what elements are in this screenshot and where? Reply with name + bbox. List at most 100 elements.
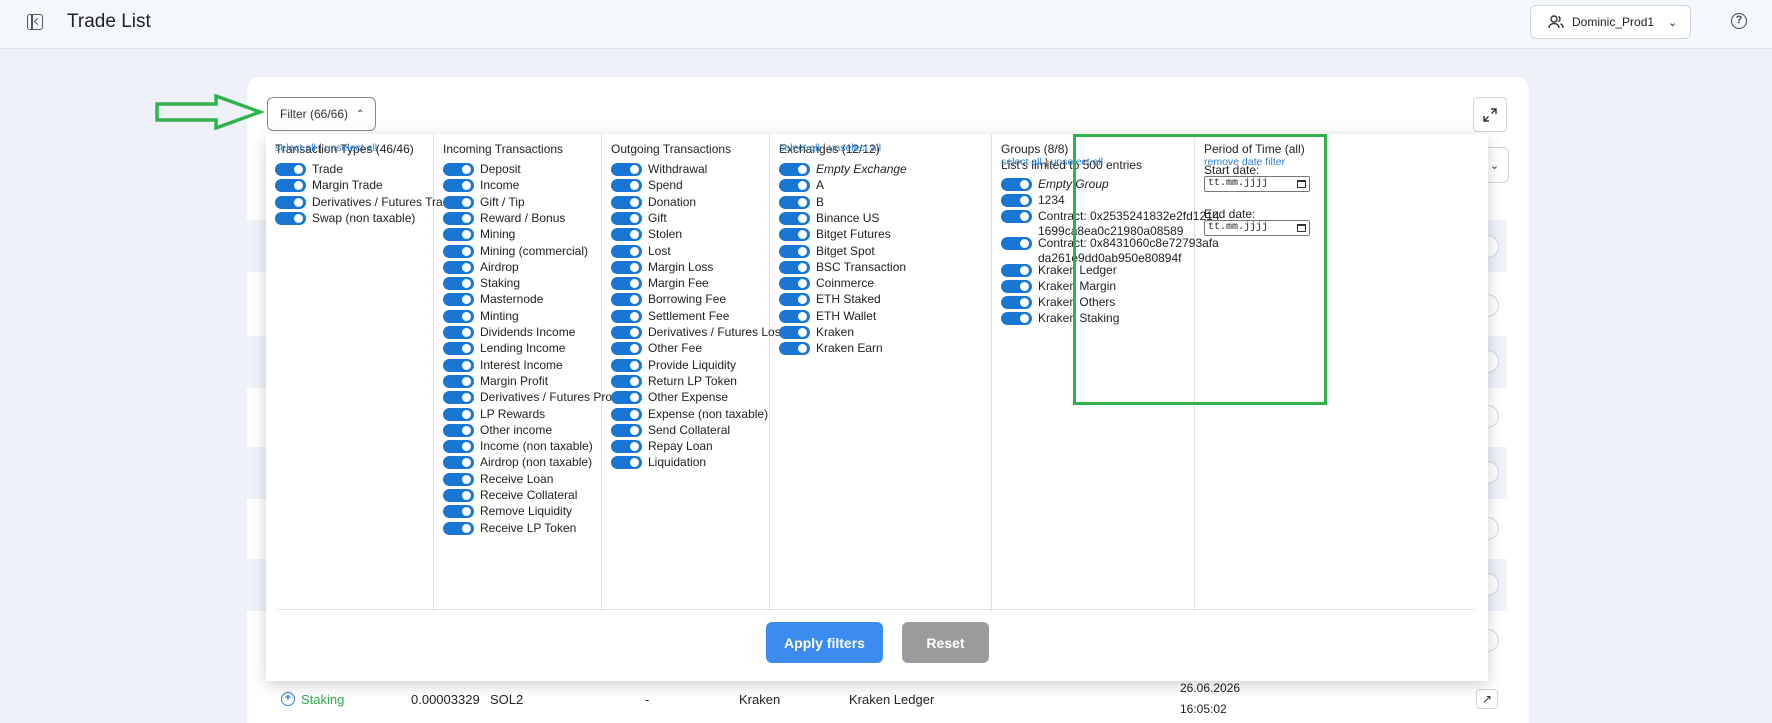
toggle-switch[interactable] [443, 163, 474, 176]
calendar-icon[interactable] [1297, 224, 1306, 232]
toggle-switch[interactable] [275, 163, 306, 176]
filter-item[interactable]: Derivatives / Futures Loss [611, 325, 787, 342]
filter-item[interactable]: Airdrop [443, 260, 519, 277]
toggle-switch[interactable] [779, 211, 810, 225]
filter-item[interactable]: Staking [443, 276, 520, 293]
start-date-input[interactable]: tt.mm.jjjj [1204, 176, 1310, 192]
filter-item[interactable]: Receive Loan [443, 472, 553, 489]
toggle-switch[interactable] [443, 228, 474, 242]
filter-item[interactable]: Dividends Income [443, 325, 575, 342]
filter-item[interactable]: Bitget Futures [779, 227, 891, 244]
toggle-switch[interactable] [779, 277, 810, 291]
filter-item[interactable]: Mining [443, 227, 515, 244]
filter-item[interactable]: Swap (non taxable) [275, 211, 415, 228]
toggle-switch[interactable] [1001, 178, 1032, 191]
filter-item[interactable]: Reward / Bonus [443, 211, 565, 228]
filter-item[interactable]: Kraken Margin [1001, 279, 1116, 296]
filter-item[interactable]: Bitget Spot [779, 244, 875, 261]
toggle-switch[interactable] [443, 358, 474, 372]
filter-item[interactable]: Deposit [443, 162, 521, 179]
toggle-switch[interactable] [611, 195, 642, 209]
toggle-switch[interactable] [443, 342, 474, 356]
toggle-switch[interactable] [779, 179, 810, 193]
toggle-switch[interactable] [1001, 280, 1032, 293]
filter-item[interactable]: Kraken [779, 325, 854, 342]
toggle-switch[interactable] [1001, 210, 1032, 223]
filter-item[interactable]: Contract: 0x8431060c8e72793afa da261e9dd… [1001, 236, 1219, 266]
filter-item[interactable]: Income (non taxable) [443, 439, 593, 456]
toggle-switch[interactable] [611, 391, 642, 405]
user-menu-button[interactable]: Dominic_Prod1 ⌄ [1530, 5, 1691, 39]
filter-item[interactable]: Gift [611, 211, 667, 228]
filter-item[interactable]: Lending Income [443, 341, 565, 358]
toggle-switch[interactable] [1001, 194, 1032, 207]
toggle-switch[interactable] [611, 260, 642, 274]
toggle-switch[interactable] [779, 293, 810, 307]
filter-item[interactable]: BSC Transaction [779, 260, 906, 277]
filter-item[interactable]: Empty Exchange [779, 162, 907, 179]
toggle-switch[interactable] [443, 374, 474, 388]
apply-filters-button[interactable]: Apply filters [766, 622, 883, 663]
toggle-switch[interactable] [443, 407, 474, 421]
toggle-switch[interactable] [275, 211, 306, 225]
open-link-icon[interactable]: ↗ [1476, 689, 1498, 709]
toggle-switch[interactable] [611, 358, 642, 372]
filter-item[interactable]: Lost [611, 244, 671, 261]
filter-item[interactable]: Send Collateral [611, 423, 730, 440]
toggle-switch[interactable] [443, 391, 474, 405]
filter-item[interactable]: Kraken Staking [1001, 311, 1119, 328]
toggle-switch[interactable] [275, 179, 306, 193]
filter-item[interactable]: LP Rewards [443, 407, 545, 424]
toggle-switch[interactable] [443, 260, 474, 274]
toggle-switch[interactable] [611, 211, 642, 225]
expand-row-icon[interactable]: + [281, 692, 295, 706]
toggle-switch[interactable] [1001, 296, 1032, 309]
filter-item[interactable]: Derivatives / Futures Profit [443, 390, 621, 407]
unselect-all-link[interactable]: unselect all [829, 142, 882, 154]
toggle-switch[interactable] [443, 456, 474, 470]
filter-item[interactable]: Binance US [779, 211, 879, 228]
filter-item[interactable]: B [779, 195, 824, 212]
toggle-switch[interactable] [443, 211, 474, 225]
filter-item[interactable]: ETH Staked [779, 292, 881, 309]
toggle-switch[interactable] [611, 326, 642, 339]
toggle-switch[interactable] [611, 456, 642, 470]
expand-button[interactable] [1473, 97, 1507, 132]
filter-item[interactable]: Withdrawal [611, 162, 707, 179]
filter-item[interactable]: Expense (non taxable) [611, 407, 768, 424]
filter-item[interactable]: Empty Group [1001, 177, 1109, 194]
toggle-switch[interactable] [443, 244, 474, 258]
filter-item[interactable]: Liquidation [611, 455, 706, 472]
toggle-switch[interactable] [443, 472, 474, 486]
filter-item[interactable]: A [779, 178, 824, 195]
end-date-input[interactable]: tt.mm.jjjj [1204, 220, 1310, 236]
toggle-switch[interactable] [443, 179, 474, 193]
toggle-switch[interactable] [611, 440, 642, 454]
filter-item[interactable]: Return LP Token [611, 374, 737, 391]
unselect-all-link[interactable]: unselect all [1051, 156, 1104, 168]
calendar-icon[interactable] [1297, 180, 1306, 188]
select-all-link[interactable]: select all [275, 142, 316, 154]
toggle-switch[interactable] [443, 489, 474, 502]
filter-item[interactable]: Mining (commercial) [443, 244, 588, 261]
toggle-switch[interactable] [443, 195, 474, 209]
toggle-switch[interactable] [779, 326, 810, 339]
help-icon[interactable]: ? [1731, 13, 1747, 29]
toggle-switch[interactable] [779, 342, 810, 356]
filter-item[interactable]: Remove Liquidity [443, 504, 572, 521]
filter-item[interactable]: Coinmerce [779, 276, 874, 293]
sidebar-collapse-icon[interactable] [27, 14, 43, 30]
filter-item[interactable]: Kraken Ledger [1001, 263, 1117, 280]
filter-item[interactable]: Spend [611, 178, 683, 195]
filter-item[interactable]: Settlement Fee [611, 309, 729, 326]
toggle-switch[interactable] [1001, 237, 1032, 250]
filter-item[interactable]: Repay Loan [611, 439, 713, 456]
filter-item[interactable]: Trade [275, 162, 343, 179]
select-all-link[interactable]: select all [779, 142, 820, 154]
filter-item[interactable]: Airdrop (non taxable) [443, 455, 592, 472]
filter-item[interactable]: Borrowing Fee [611, 292, 726, 309]
filter-item[interactable]: 1234 [1001, 193, 1065, 210]
filter-item[interactable]: Interest Income [443, 358, 563, 375]
toggle-switch[interactable] [443, 277, 474, 291]
filter-item[interactable]: Margin Trade [275, 178, 383, 195]
